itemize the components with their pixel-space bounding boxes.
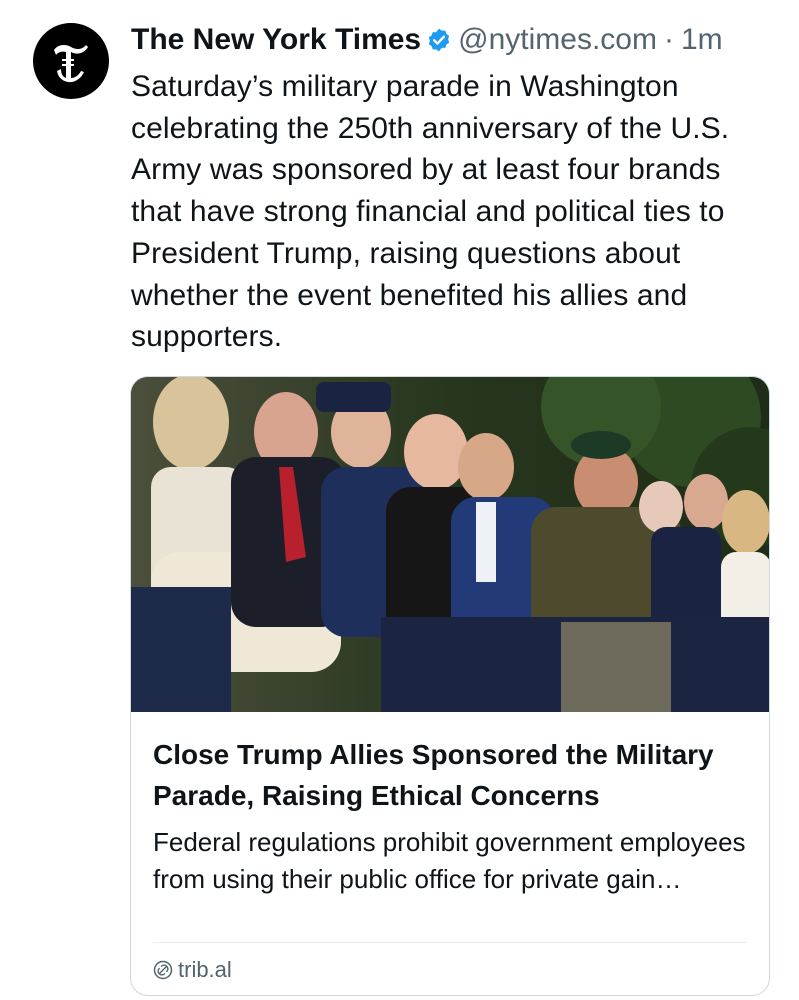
link-card-domain[interactable]: trib.al: [153, 957, 232, 983]
link-card-body: Close Trump Allies Sponsored the Militar…: [131, 712, 769, 898]
author-handle[interactable]: @nytimes.com: [458, 23, 657, 57]
link-card-description: Federal regulations prohibit government …: [153, 827, 746, 894]
post: The New York Times @nytimes.com · 1m Sat…: [0, 0, 799, 1000]
nyt-avatar[interactable]: [33, 23, 109, 99]
post-header: The New York Times @nytimes.com · 1m: [131, 20, 723, 60]
link-card[interactable]: Close Trump Allies Sponsored the Militar…: [130, 376, 770, 996]
link-card-title[interactable]: Close Trump Allies Sponsored the Militar…: [153, 734, 749, 816]
link-card-image[interactable]: [131, 377, 769, 712]
post-text: Saturday’s military parade in Washington…: [131, 70, 730, 354]
link-card-domain-text: trib.al: [178, 957, 232, 982]
post-timestamp[interactable]: 1m: [681, 23, 723, 57]
nyt-t-logo-icon: [54, 45, 88, 83]
author-display-name[interactable]: The New York Times: [131, 23, 421, 57]
header-separator: ·: [663, 23, 674, 56]
link-globe-icon: [153, 960, 173, 980]
verified-badge-icon: [426, 27, 452, 53]
parade-audience-photo: [131, 377, 769, 712]
link-card-divider: [153, 942, 747, 943]
